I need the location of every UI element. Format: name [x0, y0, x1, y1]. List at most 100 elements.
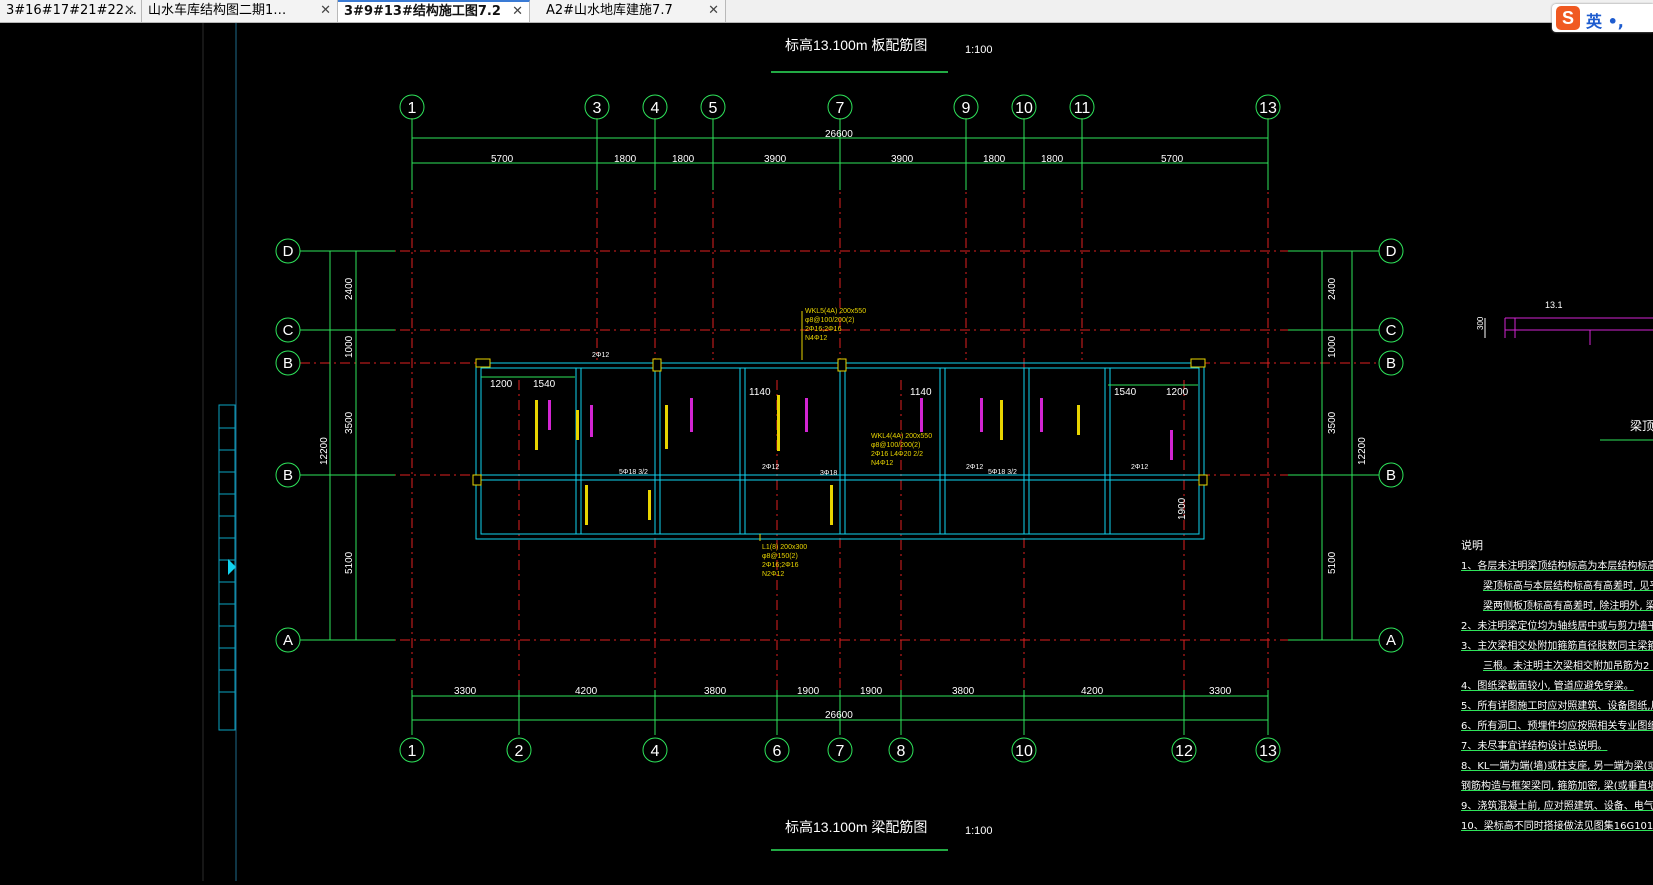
right-dim-2400: 2400 — [1327, 277, 1338, 300]
tab-label: A2#山水地库建施7.7 — [546, 3, 673, 18]
axis-label-top-1: 1 — [408, 100, 417, 117]
axis-label-right-D: D — [1386, 243, 1397, 260]
rebar-labels: 2Φ12 3Φ18 5Φ18 3/2 2Φ12 2Φ12 5Φ18 3/2 2Φ… — [592, 352, 1148, 477]
axis-label-top-7: 7 — [836, 100, 845, 117]
top-dim-7: 1800 — [1041, 154, 1064, 165]
axis-label-top-5: 5 — [709, 100, 718, 117]
axis-label-bottom-4: 4 — [651, 743, 660, 760]
tab-label: 3#16#17#21#22… — [6, 3, 138, 18]
beam-label: φ8@100/200(2) — [871, 442, 920, 449]
right-label: 梁顶 — [1630, 418, 1653, 433]
beam-annotations: WKL5(4A) 200x550 φ8@100/200(2) 2Φ16;2Φ16… — [762, 308, 932, 578]
axis-label-top-9: 9 — [962, 100, 971, 117]
beam-label: 2Φ16;2Φ16 — [805, 326, 842, 333]
note-line: 3、主次梁相交处附加箍筋直径肢数同主梁箍筋 — [1461, 641, 1653, 652]
close-icon[interactable]: ✕ — [512, 2, 523, 21]
axis-label-right-B: B — [1386, 467, 1396, 484]
beam-label: N4Φ12 — [805, 335, 827, 342]
note-line: 5、所有详图施工时应对照建筑、设备图纸,尺寸 — [1461, 701, 1653, 712]
beam-label: N2Φ12 — [762, 571, 784, 578]
bottom-total-dim: 26600 — [825, 710, 853, 721]
bottom-drawing-scale: 1:100 — [965, 825, 993, 837]
tab-doc-1[interactable]: 3#16#17#21#22… ✕ — [0, 0, 142, 22]
top-dim-1: 5700 — [491, 154, 514, 165]
axis-label-bottom-10: 10 — [1015, 743, 1033, 760]
axis-label-right-C: C — [1386, 322, 1397, 339]
bottom-dim: 4200 — [1081, 686, 1104, 697]
bottom-dimension-text: 3300 4200 3800 1900 1900 3800 4200 3300 … — [454, 686, 1232, 721]
top-drawing-title: 标高13.100m 板配筋图 — [785, 37, 927, 53]
close-icon[interactable]: ✕ — [320, 0, 331, 22]
axis-label-left-C: C — [283, 322, 294, 339]
beam-label: WKL4(4A) 200x550 — [871, 433, 932, 440]
note-line: 10、梁标高不同时搭接做法见图集16G101-1 — [1461, 821, 1653, 832]
axis-label-bottom-13: 13 — [1259, 743, 1277, 760]
left-dim-3500: 3500 — [344, 411, 355, 434]
axis-label-bottom-6: 6 — [773, 743, 782, 760]
top-dim-5: 3900 — [891, 154, 914, 165]
bottom-dim: 3800 — [704, 686, 727, 697]
top-drawing-scale: 1:100 — [965, 44, 993, 56]
bottom-drawing-title: 标高13.100m 梁配筋图 — [785, 819, 927, 835]
beam-label: φ8@150(2) — [762, 553, 798, 560]
tab-doc-4[interactable]: A2#山水地库建施7.7 ✕ — [530, 0, 726, 22]
right-dim-1000: 1000 — [1327, 335, 1338, 358]
left-dim-1000: 1000 — [344, 335, 355, 358]
top-total-dimension: 26600 — [825, 129, 853, 140]
top-dim-4: 3900 — [764, 154, 787, 165]
bottom-dim: 3300 — [454, 686, 477, 697]
axis-label-right-B1: B — [1386, 355, 1396, 372]
rebar-label: 5Φ18 3/2 — [619, 469, 648, 476]
note-line: 三根。未注明主次梁相交附加吊筋为2 Φ — [1483, 661, 1653, 672]
document-tab-bar: 3#16#17#21#22… ✕ 山水车库结构图二期1… ✕ 3#9#13#结构… — [0, 0, 1653, 23]
tab-doc-2[interactable]: 山水车库结构图二期1… ✕ — [142, 0, 338, 22]
left-total-dim: 12200 — [319, 437, 330, 465]
axis-label-left-D: D — [283, 243, 294, 260]
bottom-dim: 3800 — [952, 686, 975, 697]
section-elevation: 13.1 — [1545, 300, 1563, 310]
bottom-dim: 3300 — [1209, 686, 1232, 697]
axis-label-bottom-12: 12 — [1175, 743, 1193, 760]
axis-label-right-A: A — [1386, 632, 1396, 649]
bottom-dim: 1900 — [860, 686, 883, 697]
beam-label: φ8@100/200(2) — [805, 317, 854, 324]
rebar-label: 2Φ12 — [762, 464, 779, 471]
axis-label-bottom-7: 7 — [836, 743, 845, 760]
axis-label-top-4: 4 — [651, 100, 660, 117]
note-line: 1、各层未注明梁顶结构标高为本层结构标高, 当 — [1461, 561, 1653, 572]
top-dim-2: 1800 — [614, 154, 637, 165]
beam-label: 2Φ16 L4Φ20 2/2 — [871, 451, 923, 458]
axis-label-left-B: B — [283, 467, 293, 484]
close-icon[interactable]: ✕ — [124, 0, 135, 22]
beam-label: N4Φ12 — [871, 460, 893, 467]
note-line: 8、KL一端为端(墙)或柱支座, 另一端为梁(或 — [1461, 761, 1653, 772]
right-dim-5100: 5100 — [1327, 551, 1338, 574]
plan-dimensions: 1200 1540 1140 1140 1540 1200 1900 — [490, 379, 1189, 520]
axis-label-bottom-2: 2 — [515, 743, 524, 760]
close-icon[interactable]: ✕ — [708, 0, 719, 22]
note-line: 9、浇筑混凝土前, 应对照建筑、设备、电气图纸 — [1461, 801, 1653, 812]
tab-doc-3[interactable]: 3#9#13#结构施工图7.2 ✕ — [338, 0, 530, 22]
right-axis-bubbles — [1288, 238, 1404, 653]
cad-drawing-canvas[interactable]: 标高13.100m 板配筋图 1:100 26600 5700 1800 180… — [0, 23, 1653, 881]
axis-label-bottom-8: 8 — [897, 743, 906, 760]
plan-dim: 1200 — [490, 379, 513, 390]
right-total-dim: 12200 — [1357, 437, 1368, 465]
bottom-dim: 4200 — [575, 686, 598, 697]
rebar-label: 5Φ18 3/2 — [988, 469, 1017, 476]
axis-label-top-10: 10 — [1015, 100, 1033, 117]
side-ruler — [218, 404, 236, 731]
plan-dim: 1900 — [1177, 497, 1188, 520]
notes-title: 说明 — [1461, 539, 1483, 552]
axis-label-left-A: A — [283, 632, 293, 649]
note-line: 梁顶标高与本层结构标高有高差时, 见平面标 — [1483, 581, 1653, 592]
note-line: 钢筋构造与框架梁同, 箍筋加密, 梁(或垂直墙)支座 — [1461, 781, 1653, 792]
axis-label-bottom-1: 1 — [408, 743, 417, 760]
note-line: 6、所有洞口、预埋件均应按照相关专业图纸预留 — [1461, 721, 1653, 732]
drawing-svg: 标高13.100m 板配筋图 1:100 26600 5700 1800 180… — [202, 23, 1653, 881]
plan-dim: 1540 — [1114, 387, 1137, 398]
axis-label-top-3: 3 — [593, 100, 602, 117]
axis-label-top-11: 11 — [1074, 100, 1091, 117]
rebar-vertical-tags — [535, 395, 1173, 525]
rebar-label: 2Φ12 — [966, 464, 983, 471]
